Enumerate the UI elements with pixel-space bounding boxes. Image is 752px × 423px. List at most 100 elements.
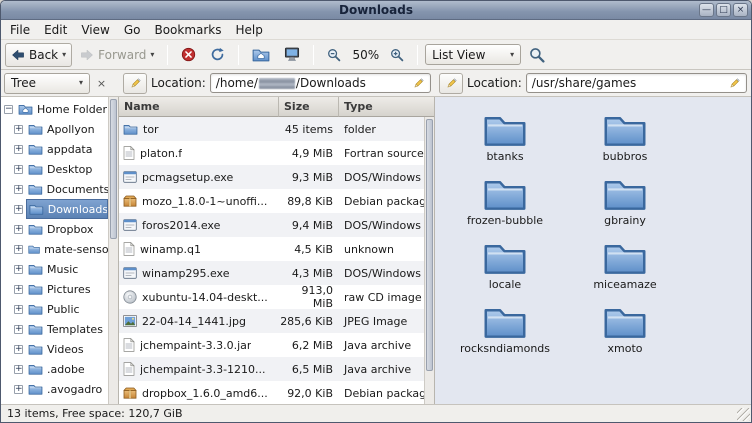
file-size: 6,2 MiB	[279, 339, 339, 352]
sidebar-item-label: Documents	[47, 183, 108, 196]
expander-icon[interactable]: +	[14, 265, 23, 274]
menu-go[interactable]: Go	[117, 20, 148, 40]
reload-button[interactable]	[204, 43, 231, 67]
expander-icon[interactable]: +	[14, 165, 23, 174]
file-type: unknown	[339, 243, 424, 256]
titlebar[interactable]: Downloads — □ ×	[1, 1, 751, 20]
edit-location-button[interactable]	[123, 73, 147, 94]
folder-icon	[123, 123, 138, 135]
file-row-jchempaint-33-jar[interactable]: jchempaint-3.3-1210... 6,5 MiB Java arch…	[119, 357, 424, 381]
folder-icon	[28, 343, 43, 355]
expander-icon[interactable]: +	[14, 345, 23, 354]
expander-icon[interactable]: +	[14, 245, 23, 254]
folder-icon	[28, 183, 43, 195]
sidebar-item-appdata[interactable]: + appdata	[1, 139, 108, 159]
side-pane-mode-select[interactable]: Tree ▾	[4, 73, 90, 94]
expander-icon[interactable]: +	[14, 325, 23, 334]
file-row-jpg-photo[interactable]: 22-04-14_1441.jpg 285,6 KiB JPEG Image	[119, 309, 424, 333]
menu-bookmarks[interactable]: Bookmarks	[147, 20, 228, 40]
resize-grip[interactable]	[737, 408, 750, 421]
sidebar-item-templates[interactable]: + Templates	[1, 319, 108, 339]
expander-icon[interactable]: +	[14, 385, 23, 394]
sidebar-item-mate-sensors[interactable]: + mate-sensors-	[1, 239, 108, 259]
folder-icon	[28, 243, 40, 255]
sidebar-item-documents[interactable]: + Documents	[1, 179, 108, 199]
stop-button[interactable]	[175, 43, 202, 67]
sidebar-item-desktop[interactable]: + Desktop	[1, 159, 108, 179]
file-row-dropbox-deb[interactable]: dropbox_1.6.0_amd6... 92,0 KiB Debian pa…	[119, 381, 424, 404]
file-row-xubuntu-iso[interactable]: xubuntu-14.04-deskt... 913,0 MiB raw CD …	[119, 285, 424, 309]
sidebar-item-label: .avogadro	[47, 383, 102, 396]
view-mode-select[interactable]: List View ▾	[425, 44, 521, 65]
file-size: 4,3 MiB	[279, 267, 339, 280]
column-header-size[interactable]: Size	[279, 97, 339, 117]
column-header-type[interactable]: Type	[339, 97, 434, 117]
zoom-in-button[interactable]	[384, 43, 410, 67]
left-location-input[interactable]: /home/ /Downloads	[210, 73, 431, 93]
forward-button[interactable]: Forward ▾	[74, 43, 160, 67]
expander-icon[interactable]: +	[14, 185, 23, 194]
file-row-winamp-q1[interactable]: winamp.q1 4,5 KiB unknown	[119, 237, 424, 261]
sidebar-item-music[interactable]: + Music	[1, 259, 108, 279]
scrollbar-thumb[interactable]	[426, 119, 433, 371]
file-row-pcmagsetup-exe[interactable]: pcmagsetup.exe 9,3 MiB DOS/Windows ex...	[119, 165, 424, 189]
sidebar-item-dropbox[interactable]: + Dropbox	[1, 219, 108, 239]
file-row-jchempaint-330-jar[interactable]: jchempaint-3.3.0.jar 6,2 MiB Java archiv…	[119, 333, 424, 357]
file-row-platon-f[interactable]: platon.f 4,9 MiB Fortran source co...	[119, 141, 424, 165]
folder-label: frozen-bubble	[467, 214, 543, 227]
search-button[interactable]	[523, 43, 551, 67]
menu-view[interactable]: View	[74, 20, 116, 40]
sidebar-item-home-folder[interactable]: − Home Folder	[1, 99, 108, 119]
file-row-mozo-deb[interactable]: mozo_1.8.0-1~unoffi... 89,8 KiB Debian p…	[119, 189, 424, 213]
back-button[interactable]: Back ▾	[5, 43, 72, 67]
file-list-scrollbar[interactable]	[424, 117, 434, 404]
sidebar-scrollbar[interactable]	[108, 97, 118, 404]
file-manager-window: Downloads — □ × File Edit View Go Bookma…	[0, 0, 752, 423]
computer-button[interactable]	[278, 43, 306, 67]
home-button[interactable]	[246, 43, 276, 67]
close-side-pane-button[interactable]: ×	[93, 75, 110, 92]
file-row-winamp295-exe[interactable]: winamp295.exe 4,3 MiB DOS/Windows ex...	[119, 261, 424, 285]
zoom-out-button[interactable]	[321, 43, 347, 67]
file-row-tor[interactable]: tor 45 items folder	[119, 117, 424, 141]
expander-icon[interactable]: +	[14, 145, 23, 154]
menu-file[interactable]: File	[3, 20, 37, 40]
column-header-name[interactable]: Name	[119, 97, 279, 117]
stop-icon	[181, 47, 196, 62]
maximize-button[interactable]: □	[716, 3, 731, 17]
right-location-input[interactable]: /usr/share/games	[526, 73, 747, 93]
expander-icon[interactable]: +	[14, 305, 23, 314]
expander-icon[interactable]: +	[14, 205, 23, 214]
sidebar-item-apollyon[interactable]: + Apollyon	[1, 119, 108, 139]
scrollbar-thumb[interactable]	[110, 99, 117, 239]
menu-edit[interactable]: Edit	[37, 20, 74, 40]
sidebar-item-dot-avogadro[interactable]: + .avogadro	[1, 379, 108, 399]
folder-item-btanks[interactable]: btanks	[445, 111, 565, 174]
sidebar-item-dot-adobe[interactable]: + .adobe	[1, 359, 108, 379]
file-row-foros2014-exe[interactable]: foros2014.exe 9,4 MiB DOS/Windows ex...	[119, 213, 424, 237]
folder-item-locale[interactable]: locale	[445, 239, 565, 302]
minimize-button[interactable]: —	[699, 3, 714, 17]
menu-help[interactable]: Help	[229, 20, 270, 40]
expander-icon[interactable]: +	[14, 125, 23, 134]
sidebar-item-downloads[interactable]: + Downloads	[1, 199, 108, 219]
expander-icon[interactable]: −	[4, 105, 13, 114]
window-controls: — □ ×	[699, 3, 748, 17]
folder-item-gbrainy[interactable]: gbrainy	[565, 175, 685, 238]
close-button[interactable]: ×	[733, 3, 748, 17]
folder-item-miceamaze[interactable]: miceamaze	[565, 239, 685, 302]
expander-icon[interactable]: +	[14, 285, 23, 294]
statusbar: 13 items, Free space: 120,7 GiB	[1, 404, 751, 422]
sidebar-item-pictures[interactable]: + Pictures	[1, 279, 108, 299]
folder-item-xmoto[interactable]: xmoto	[565, 303, 685, 366]
folder-item-bubbros[interactable]: bubbros	[565, 111, 685, 174]
expander-icon[interactable]: +	[14, 365, 23, 374]
expander-icon[interactable]: +	[14, 225, 23, 234]
sidebar-item-videos[interactable]: + Videos	[1, 339, 108, 359]
edit-location-button[interactable]	[439, 73, 463, 94]
folder-item-rocksndiamonds[interactable]: rocksndiamonds	[445, 303, 565, 366]
sidebar-item-public[interactable]: + Public	[1, 299, 108, 319]
file-size: 89,8 KiB	[279, 195, 339, 208]
executable-icon	[123, 171, 137, 183]
folder-item-frozen-bubble[interactable]: frozen-bubble	[445, 175, 565, 238]
